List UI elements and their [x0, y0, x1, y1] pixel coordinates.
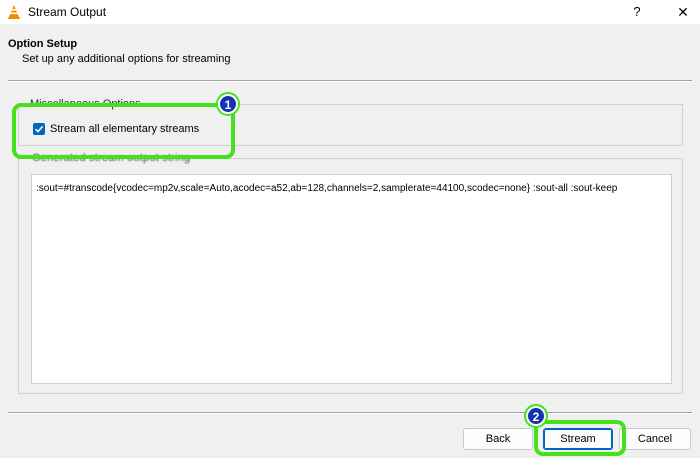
window-title: Stream Output	[28, 5, 107, 19]
header-divider	[8, 80, 692, 82]
stream-output-textarea[interactable]: :sout=#transcode{vcodec=mp2v,scale=Auto,…	[31, 174, 672, 384]
step1-badge: 1	[218, 94, 238, 114]
footer-divider	[8, 412, 692, 414]
vlc-cone-icon	[8, 5, 20, 19]
cancel-button[interactable]: Cancel	[619, 428, 691, 450]
page-subtitle: Set up any additional options for stream…	[22, 53, 231, 65]
highlight-box-step1	[12, 103, 235, 159]
back-button[interactable]: Back	[463, 428, 533, 450]
page-title: Option Setup	[8, 38, 78, 50]
close-button[interactable]: ✕	[668, 1, 698, 23]
step2-badge: 2	[526, 406, 546, 426]
title-bar: Stream Output ? ✕	[0, 0, 700, 24]
highlight-box-step2	[534, 420, 626, 456]
help-button[interactable]: ?	[624, 1, 650, 23]
